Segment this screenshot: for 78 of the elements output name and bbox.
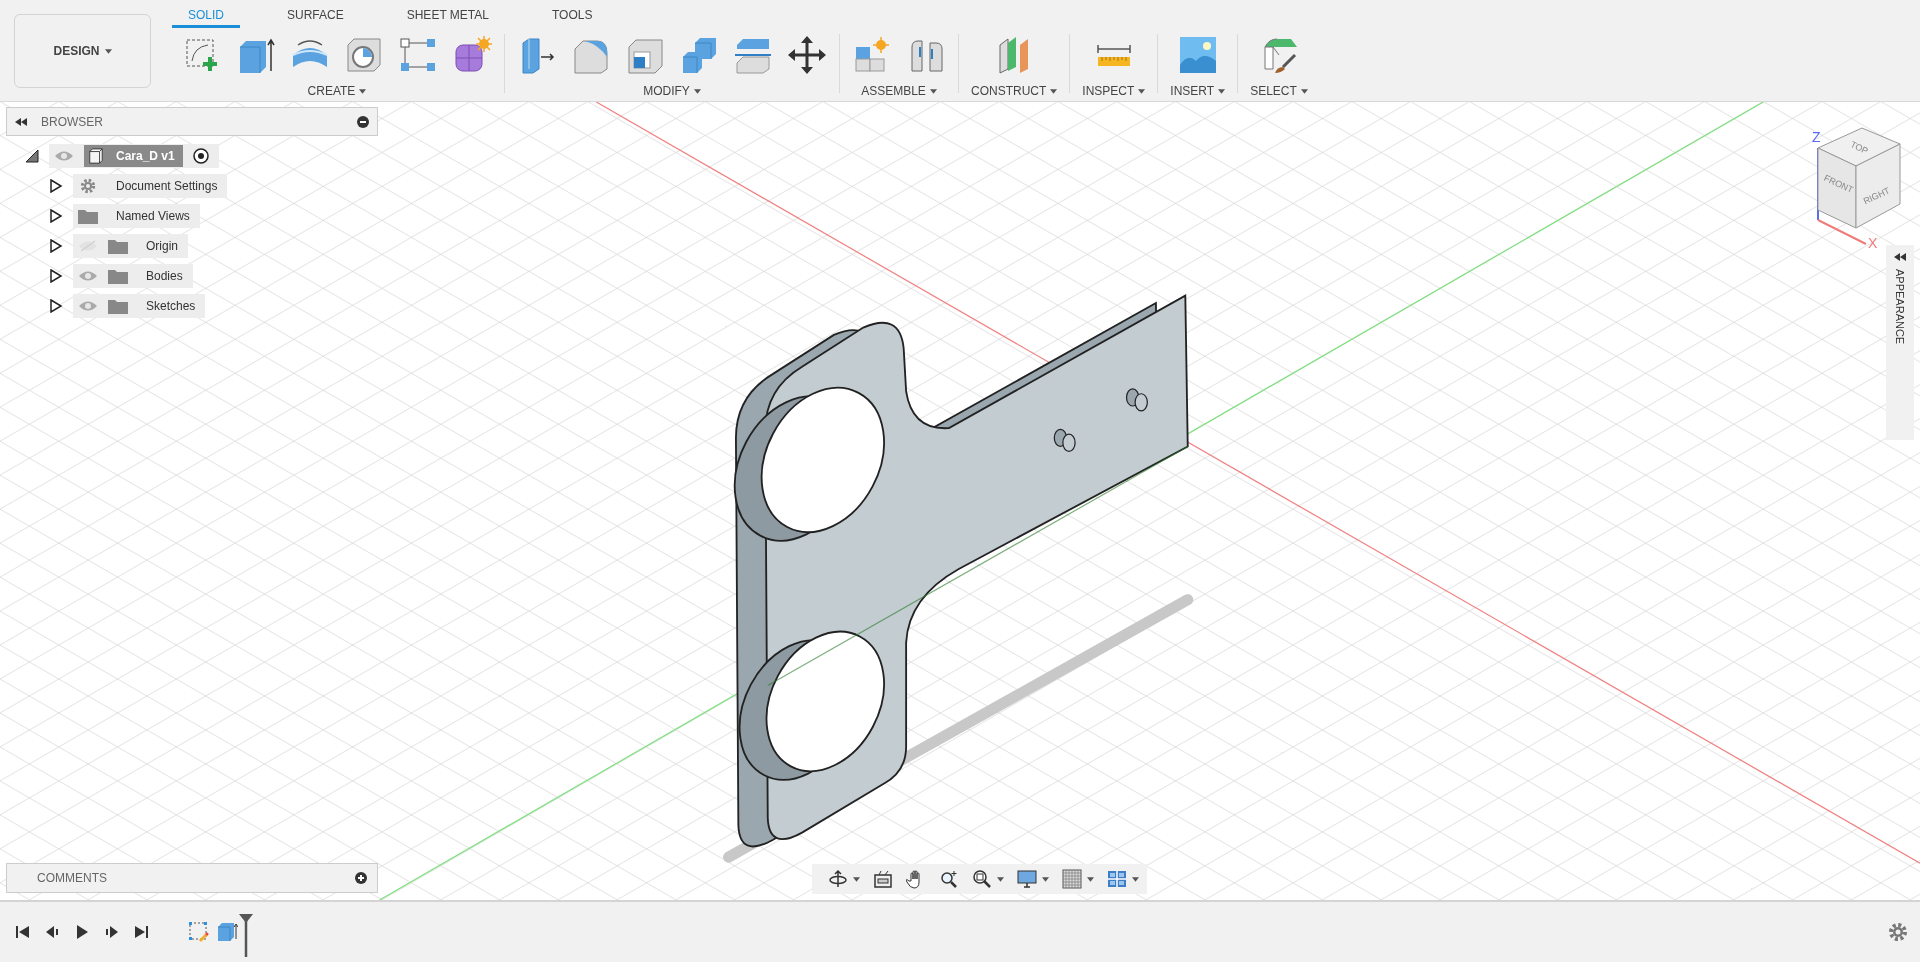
tool-group-menu[interactable]: INSERT (1170, 84, 1226, 98)
workspace-dropdown[interactable]: DESIGN (14, 14, 151, 88)
ribbon-tab[interactable]: TOOLS (535, 0, 609, 28)
tool-group-menu[interactable]: INSPECT (1082, 84, 1146, 98)
minus-circle-icon[interactable] (357, 115, 369, 128)
tree-label: Cara_D v1 (116, 149, 175, 163)
caret-icon (1218, 88, 1226, 94)
panel-title: APPEARANCE (1894, 269, 1906, 345)
viewport-layout-icon[interactable] (1107, 869, 1127, 889)
move-arrows-icon[interactable] (787, 35, 827, 75)
caret-icon (693, 88, 701, 94)
tool-group-menu[interactable]: CONSTRUCT (971, 84, 1058, 98)
tool-group-menu[interactable]: MODIFY (643, 84, 701, 98)
ribbon-tab[interactable]: SHEET METAL (390, 0, 505, 28)
zoom-window-icon[interactable] (972, 869, 992, 889)
caret-icon[interactable] (853, 876, 860, 882)
tool-group-menu[interactable]: SELECT (1250, 84, 1308, 98)
gear-icon (78, 178, 98, 194)
form-cube-spark-icon[interactable] (452, 35, 492, 75)
tree-label: Bodies (146, 269, 183, 283)
panel-title: BROWSER (41, 114, 103, 129)
skip-to-end-icon[interactable] (134, 924, 150, 940)
axis-line (1817, 219, 1867, 245)
appearance-panel[interactable]: APPEARANCE (1886, 245, 1914, 440)
axis-label: Z (1812, 129, 1821, 145)
skip-to-start-icon[interactable] (14, 924, 30, 940)
tree-label: Document Settings (116, 179, 218, 193)
ribbon-tab[interactable]: SURFACE (271, 0, 360, 28)
activate-radio-icon[interactable] (192, 148, 209, 164)
axis-label: X (1868, 235, 1878, 250)
step-back-icon[interactable] (44, 924, 60, 940)
tool-group-menu[interactable]: CREATE (307, 84, 367, 98)
cube-icon (88, 148, 104, 164)
caret-icon (1300, 88, 1308, 94)
orbit-icon[interactable] (828, 869, 848, 889)
sketch-feature-icon[interactable] (188, 921, 210, 943)
panel-title: COMMENTS (37, 871, 107, 885)
expander-icon[interactable] (49, 239, 63, 253)
settings-icon[interactable] (1888, 922, 1908, 942)
folder-icon (108, 298, 128, 314)
caret-icon (1138, 88, 1146, 94)
caret-icon[interactable] (1132, 876, 1139, 882)
caret-icon (929, 88, 937, 94)
caret-icon (104, 48, 112, 54)
extrude-feature-icon[interactable] (216, 921, 238, 943)
tree-item[interactable]: Document Settings (73, 174, 228, 198)
timeline-marker-icon[interactable] (238, 913, 254, 957)
caret-icon[interactable] (997, 876, 1004, 882)
image-icon[interactable] (1177, 35, 1218, 75)
expander-icon[interactable] (49, 299, 63, 313)
collapse-icon[interactable] (1894, 253, 1906, 261)
screen-frame-icon[interactable] (873, 869, 893, 889)
expander-icon[interactable] (25, 149, 39, 163)
collapse-icon[interactable] (15, 117, 27, 126)
plus-circle-icon[interactable] (355, 872, 367, 884)
expander-icon[interactable] (49, 179, 63, 193)
tool-group-menu[interactable]: ASSEMBLE (861, 84, 937, 98)
zoom-icon[interactable] (939, 869, 959, 889)
tree-item[interactable]: Named Views (73, 204, 200, 228)
tree-label: Named Views (116, 209, 190, 223)
tree-label: Sketches (146, 299, 196, 313)
folder-icon (78, 208, 98, 224)
caret-icon[interactable] (1087, 876, 1094, 882)
tree-item[interactable]: Bodies (73, 264, 193, 288)
tree-label: Origin (146, 239, 178, 253)
folder-icon (108, 238, 128, 254)
monitor-icon[interactable] (1017, 869, 1037, 889)
play-icon[interactable] (74, 924, 90, 940)
expander-icon[interactable] (49, 209, 63, 223)
caret-icon[interactable] (1042, 876, 1049, 882)
caret-icon (359, 88, 367, 94)
cube-face-label: TOP (1848, 139, 1870, 157)
expander-icon[interactable] (49, 269, 63, 283)
step-forward-icon[interactable] (104, 924, 120, 940)
caret-icon (1050, 88, 1058, 94)
tree-item[interactable]: Origin (73, 234, 188, 258)
tree-item[interactable]: Sketches (73, 294, 206, 318)
folder-icon (108, 268, 128, 284)
